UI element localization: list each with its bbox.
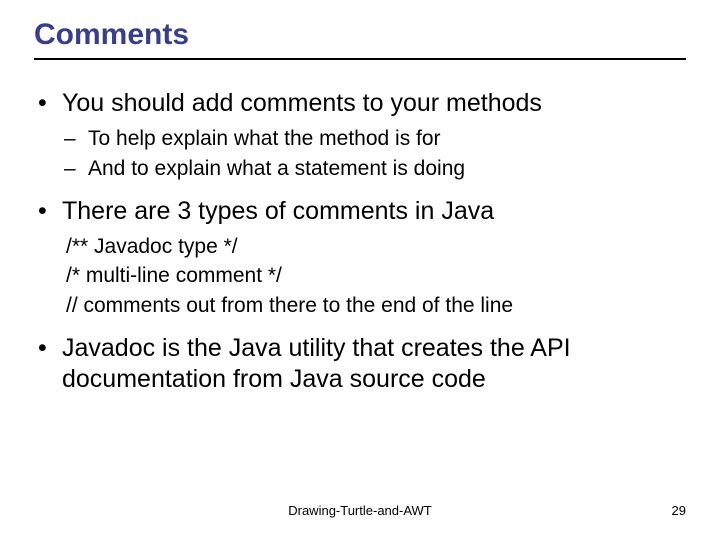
bullet-item: There are 3 types of comments in Java /*… (34, 196, 686, 319)
sub-list: /** Javadoc type */ /* multi-line commen… (62, 233, 686, 319)
sub-item: To help explain what the method is for (62, 125, 686, 152)
bullet-item: Javadoc is the Java utility that creates… (34, 333, 686, 396)
bullet-list: You should add comments to your methods … (34, 88, 686, 395)
footer-label: Drawing-Turtle-and-AWT (0, 503, 720, 518)
bullet-item: You should add comments to your methods … (34, 88, 686, 182)
sub-list: To help explain what the method is for A… (62, 125, 686, 182)
slide: Comments You should add comments to your… (0, 0, 720, 540)
bullet-text: Javadoc is the Java utility that creates… (62, 334, 571, 393)
bullet-text: There are 3 types of comments in Java (62, 197, 494, 225)
sub-item: And to explain what a statement is doing (62, 155, 686, 182)
sub-item: /* multi-line comment */ (62, 262, 686, 289)
bullet-text: You should add comments to your methods (62, 89, 542, 117)
slide-title: Comments (34, 18, 686, 60)
sub-item: // comments out from there to the end of… (62, 292, 686, 319)
sub-item: /** Javadoc type */ (62, 233, 686, 260)
page-number: 29 (672, 503, 686, 518)
